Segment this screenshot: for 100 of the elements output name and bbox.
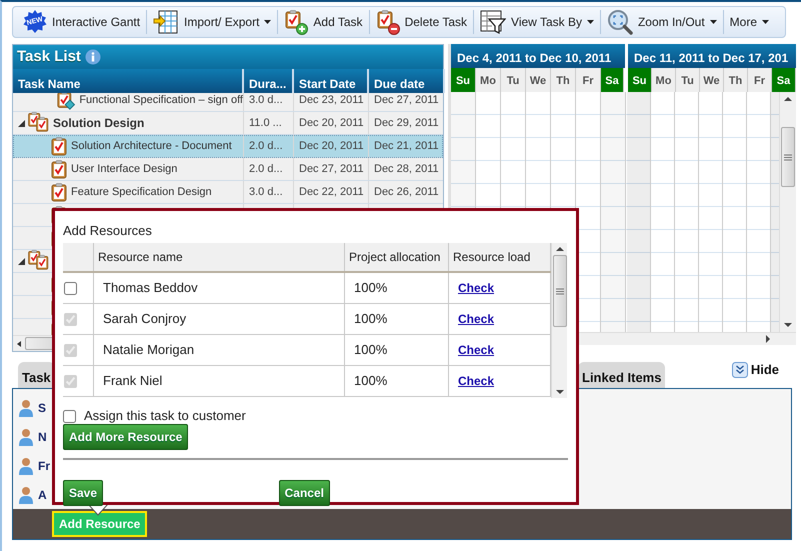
grip-icon [556, 288, 564, 294]
table-cell: 2.0 d... [244, 135, 294, 157]
resource-name: S [38, 400, 46, 416]
toolbar-button[interactable]: More [724, 7, 776, 37]
task-row[interactable]: Solution Design 11.0 ... Dec 20, 2011 Dec 29, 2011 [13, 112, 443, 135]
table-cell: 3.0 d... [244, 181, 294, 203]
dialog-button[interactable]: Cancel [278, 480, 330, 506]
table-cell: 3.0 d... [244, 93, 294, 111]
collapse-icon[interactable] [18, 120, 25, 126]
collapse-icon[interactable] [18, 258, 25, 264]
allocation-value: 100% [354, 341, 388, 360]
task-name: Solution Design [53, 115, 144, 132]
day-header: Th [551, 68, 576, 92]
task-row[interactable]: Functional Specification – sign off 3.0 d... Dec 23, 2011 Dec 27, 2011 [13, 93, 443, 112]
toolbar-button[interactable]: View Task By [474, 7, 600, 37]
toolbar-button[interactable]: Delete Task [370, 7, 474, 37]
scroll-right-icon[interactable] [764, 334, 772, 344]
allocation-value: 100% [354, 279, 388, 298]
task-group-icon [28, 250, 50, 272]
dialog-title: Add Resources [63, 222, 153, 240]
resource-name: N [38, 428, 47, 446]
day-header: Mo [652, 68, 676, 92]
person-icon [18, 398, 34, 416]
table-cell: Dec 20, 2011 [294, 112, 369, 134]
day-header: Th [724, 68, 748, 92]
delete-task-icon [376, 9, 400, 35]
table-cell: Dec 27, 2011 [294, 158, 369, 180]
task-icon [50, 182, 68, 202]
task-name: Functional Specification – sign off [79, 93, 243, 108]
table-cell: Dec 29, 2011 [369, 112, 443, 134]
day-header: Su [628, 68, 652, 92]
scrollbar-thumb[interactable] [781, 127, 795, 187]
task-icon [50, 136, 68, 156]
task-name: Solution Architecture - Document [71, 138, 232, 154]
resource-name: Fr [38, 458, 50, 474]
table-cell: Dec 22, 2011 [294, 181, 369, 203]
task-row[interactable]: Feature Specification Design 3.0 d... Dec 22, 2011 Dec 26, 2011 [13, 181, 443, 204]
day-header: We [526, 68, 551, 92]
spreadsheet-icon [153, 9, 180, 35]
table-cell: 2.0 d... [244, 158, 294, 180]
column-header: Project allocation [345, 243, 449, 271]
table-cell: Dec 21, 2011 [369, 135, 443, 157]
task-row[interactable]: User Interface Design 2.0 d... Dec 27, 2011 Dec 28, 2011 [13, 158, 443, 181]
day-header: Tu [501, 68, 526, 92]
column-header: Resource name [94, 243, 345, 271]
toolbar-button[interactable]: Import/ Export [147, 7, 278, 37]
table-cell: Dec 26, 2011 [369, 181, 443, 203]
dialog-button[interactable]: Save [63, 480, 104, 506]
table-cell: Dec 28, 2011 [369, 158, 443, 180]
task-name: Feature Specification Design [71, 184, 212, 200]
table-cell: Dec 20, 2011 [294, 135, 369, 157]
checkbox-label: Assign this task to customer [84, 407, 246, 426]
week-header: Dec 4, 2011 to Dec 10, 2011 [451, 44, 625, 68]
person-icon [18, 428, 34, 446]
person-icon [18, 486, 34, 504]
scrollbar-thumb[interactable] [552, 255, 566, 327]
vertical-scrollbar[interactable] [551, 243, 567, 398]
scroll-up-icon[interactable] [556, 246, 564, 252]
week-header: Dec 11, 2011 to Dec 17, 201 [628, 44, 796, 68]
day-header: Mo [476, 68, 501, 92]
table-cell: Dec 23, 2011 [294, 93, 369, 111]
table-cell: Dec 27, 2011 [369, 93, 443, 111]
vertical-scrollbar[interactable] [779, 92, 796, 332]
scroll-down-icon[interactable] [556, 389, 564, 395]
add-more-resource-button[interactable]: Add More Resource [63, 424, 188, 450]
scroll-down-icon[interactable] [784, 322, 792, 328]
task-name: User Interface Design [71, 162, 178, 177]
resource-checkbox[interactable] [64, 282, 77, 294]
hide-button[interactable]: Hide [732, 360, 779, 380]
resource-name: Sarah Conjroy [103, 310, 186, 328]
day-header: We [700, 68, 724, 92]
task-row[interactable]: Solution Architecture - Document 2.0 d... Dec 20, 2011 Dec 21, 2011 [13, 135, 443, 158]
panel-title: Task List [17, 46, 81, 67]
day-header: Su [451, 68, 476, 92]
toolbar-button[interactable]: Add Task [278, 7, 369, 37]
resource-name: Frank Niel [103, 372, 162, 390]
day-header: Sa [601, 68, 624, 92]
resource-name: Thomas Beddov [103, 279, 198, 298]
toolbar-button[interactable]: Zoom In/Out [600, 7, 723, 37]
task-group-icon [28, 112, 50, 134]
person-icon [18, 456, 34, 474]
task-icon [50, 159, 68, 179]
panel-tab[interactable]: Task [18, 362, 55, 388]
day-header: Tu [676, 68, 700, 92]
info-icon[interactable] [84, 49, 101, 65]
magnifier-icon [606, 9, 633, 35]
filter-icon [480, 9, 506, 35]
customer-checkbox[interactable] [63, 410, 76, 422]
resource-name: A [38, 486, 47, 504]
collapse-icon [732, 362, 748, 378]
panel-tab[interactable]: Linked Items [578, 362, 666, 388]
add-task-icon [284, 9, 308, 35]
day-header: Sa [772, 68, 796, 92]
day-header: Fr [748, 68, 772, 92]
day-header: Fr [576, 68, 601, 92]
table-cell: 11.0 ... [244, 112, 294, 134]
allocation-value: 100% [354, 372, 388, 390]
check-link[interactable]: Check [458, 279, 494, 297]
milestone-task-icon [56, 93, 76, 110]
scroll-up-icon[interactable] [784, 96, 792, 102]
